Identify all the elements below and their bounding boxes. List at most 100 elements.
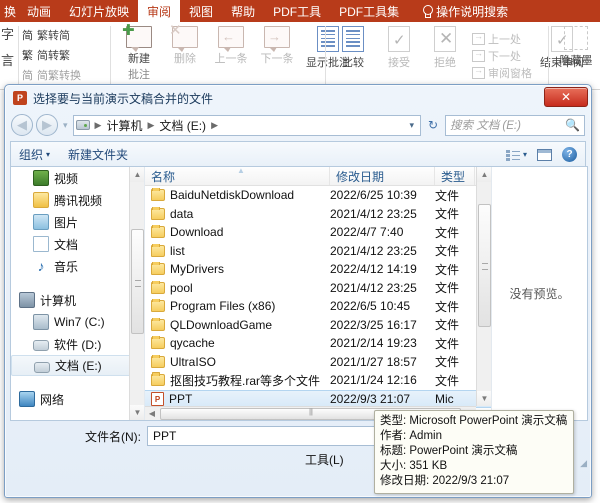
table-row[interactable]: QLDownloadGame 2022/3/25 16:17 文件 [145, 316, 491, 335]
tools-button[interactable]: 工具(L) [305, 451, 344, 468]
previous-change-button[interactable]: 上一处 [472, 31, 532, 47]
conversion-glyph-icon: 简 [22, 70, 33, 82]
sidebar-item-music[interactable]: ♪ 音乐 [11, 255, 144, 277]
resize-grip-icon[interactable]: ◢ [580, 458, 587, 469]
address-dropdown-icon[interactable]: ▾ [409, 120, 418, 131]
sidebar-scroll-up-icon[interactable]: ▲ [130, 167, 144, 182]
accept-button[interactable]: ✓ 接受 [376, 22, 422, 89]
sidebar-item-documents[interactable]: 文档 [11, 233, 144, 255]
compare-button[interactable]: 比较 [330, 22, 376, 89]
breadcrumb-separator-3: ▶ [211, 119, 218, 130]
next-comment-label: 下一条 [260, 53, 294, 65]
file-date-cell: 2021/1/27 18:57 [330, 354, 417, 369]
simplified-to-traditional-button[interactable]: 繁 简转繁 [22, 45, 112, 65]
delete-comment-label: 删除 [174, 53, 196, 65]
help-icon[interactable]: ? [562, 147, 577, 162]
refresh-icon[interactable]: ↻ [424, 118, 442, 132]
tooltip-modified: 修改日期: 2022/9/3 21:07 [380, 475, 510, 487]
review-nav-group: 上一处 下一处 审阅窗格 [472, 22, 532, 89]
file-scroll-thumb[interactable] [478, 204, 491, 327]
table-row[interactable]: Download 2022/4/7 7:40 文件 [145, 223, 491, 242]
file-name-text: qycache [170, 336, 215, 351]
delete-comment-button[interactable]: ✕ 删除 [162, 22, 208, 89]
recent-locations-icon[interactable]: ▾ [61, 120, 70, 131]
sort-ascending-icon: ▲ [237, 167, 245, 175]
previous-comment-button[interactable]: ← 上一条 [208, 22, 254, 89]
hscroll-left-icon[interactable]: ◀ [145, 409, 159, 418]
table-row[interactable]: Program Files (x86) 2022/6/5 10:45 文件 [145, 297, 491, 316]
new-comment-button[interactable]: ✚ 新建 批注 [116, 22, 162, 89]
sidebar-scroll-down-icon[interactable]: ▼ [130, 405, 144, 420]
column-header-date[interactable]: 修改日期 [330, 167, 435, 185]
traditional-glyph-icon: 繁 [22, 50, 33, 62]
file-scroll-up-icon[interactable]: ▲ [477, 167, 491, 182]
breadcrumb-computer[interactable]: 计算机 [106, 117, 142, 134]
tab-pdf-tools[interactable]: PDF工具 [264, 0, 330, 22]
next-comment-button[interactable]: → 下一条 [254, 22, 300, 89]
sidebar-label-win7-c: Win7 (C:) [54, 315, 105, 329]
back-button[interactable]: ◀ [11, 114, 33, 136]
preview-message: 没有预览。 [509, 287, 570, 301]
sidebar-item-win7-c[interactable]: Win7 (C:) [11, 311, 144, 333]
column-header-type[interactable]: 类型 [435, 167, 475, 185]
search-input[interactable]: 搜索 文档 (E:) 🔍 [445, 114, 585, 136]
folder-icon [151, 206, 165, 220]
reject-label: 拒绝 [434, 57, 456, 69]
sidebar-item-network[interactable]: 网络 [11, 388, 144, 410]
sidebar-item-tencent-video[interactable]: 腾讯视频 [11, 189, 144, 211]
preview-pane-icon[interactable] [537, 148, 552, 161]
hide-ink-icon [564, 26, 588, 50]
sidebar-item-documents-e[interactable]: 文档 (E:) [11, 355, 140, 376]
sidebar-scrollbar[interactable]: ▲ ▼ [129, 167, 144, 420]
sidebar-label-documents-e: 文档 (E:) [55, 359, 102, 373]
sidebar-item-software-d[interactable]: 软件 (D:) [11, 333, 144, 355]
sidebar-item-videos[interactable]: 视频 [11, 167, 144, 189]
tell-me-search[interactable]: 操作说明搜索 [408, 0, 517, 22]
sidebar-item-computer[interactable]: 计算机 [11, 289, 144, 311]
close-button[interactable]: ✕ [544, 87, 588, 107]
tab-animations[interactable]: 动画 [18, 0, 60, 22]
tab-slideshow[interactable]: 幻灯片放映 [60, 0, 138, 22]
previous-comment-icon: ← [218, 26, 244, 52]
file-scroll-down-icon[interactable]: ▼ [477, 391, 491, 406]
tab-pdf-toolkit[interactable]: PDF工具集 [330, 0, 408, 22]
tab-view[interactable]: 视图 [180, 0, 222, 22]
file-tooltip: 类型: Microsoft PowerPoint 演示文稿 作者: Admin … [374, 410, 574, 494]
sidebar-item-pictures[interactable]: 图片 [11, 211, 144, 233]
breadcrumb-drive[interactable]: 文档 (E:) [159, 117, 206, 134]
table-row[interactable]: BaiduNetdiskDownload 2022/6/25 10:39 文件 [145, 186, 491, 205]
organize-button[interactable]: 组织 ▾ [19, 146, 50, 163]
forward-button[interactable]: ▶ [36, 114, 58, 136]
table-row[interactable]: UltraISO 2021/1/27 18:57 文件 [145, 353, 491, 372]
reject-button[interactable]: ✕ 拒绝 [422, 22, 468, 89]
file-list-vertical-scrollbar[interactable]: ▲ ▼ [476, 167, 491, 406]
next-change-button[interactable]: 下一处 [472, 48, 532, 64]
file-name-text: 抠图技巧教程.rar等多个文件 [170, 373, 321, 388]
music-icon: ♪ [37, 258, 45, 274]
table-row[interactable]: MyDrivers 2022/4/12 14:19 文件 [145, 260, 491, 279]
search-icon: 🔍 [565, 118, 580, 132]
file-name-text: QLDownloadGame [170, 317, 273, 332]
table-row[interactable]: qycache 2021/2/14 19:23 文件 [145, 334, 491, 353]
address-bar[interactable]: ▶ 计算机 ▶ 文档 (E:) ▶ ▾ [72, 114, 421, 136]
file-type-cell: 文件 [435, 318, 460, 333]
hide-ink-button[interactable]: 隐藏墨 [552, 22, 600, 89]
ribbon-divider-2 [110, 26, 111, 84]
reviewing-pane-button[interactable]: 审阅窗格 [472, 65, 532, 81]
file-name-cell: UltraISO [145, 354, 330, 369]
table-row[interactable]: data 2021/4/12 23:25 文件 [145, 205, 491, 224]
column-header-name[interactable]: 名称 ▲ [145, 167, 330, 185]
chinese-conversion-button[interactable]: 简 简繁转换 [22, 65, 112, 85]
tab-help[interactable]: 帮助 [222, 0, 264, 22]
table-row[interactable]: list 2021/4/12 23:25 文件 [145, 242, 491, 261]
traditional-to-simplified-button[interactable]: 简 繁转简 [22, 25, 112, 45]
tab-review[interactable]: 审阅 [138, 0, 181, 22]
sidebar-scroll-thumb[interactable] [131, 229, 144, 334]
table-row[interactable]: 抠图技巧教程.rar等多个文件 2021/1/24 12:16 文件 [145, 371, 491, 390]
tts-label: 繁转简 [37, 30, 70, 42]
new-folder-button[interactable]: 新建文件夹 [68, 146, 128, 163]
view-mode-button[interactable]: ▾ [505, 149, 527, 161]
accept-label: 接受 [388, 57, 410, 69]
previous-change-label: 上一处 [488, 34, 521, 46]
table-row[interactable]: pool 2021/4/12 23:25 文件 [145, 279, 491, 298]
